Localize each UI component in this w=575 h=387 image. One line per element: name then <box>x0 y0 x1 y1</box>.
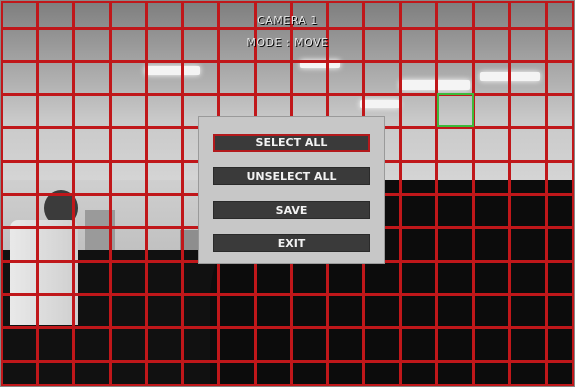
save-button[interactable]: SAVE <box>213 201 370 219</box>
person-body <box>10 220 78 325</box>
ceiling-light <box>145 66 200 75</box>
ceiling-light <box>480 72 540 81</box>
ceiling-light <box>300 60 340 68</box>
unselect-all-button[interactable]: UNSELECT ALL <box>213 167 370 185</box>
motion-menu: SELECT ALL UNSELECT ALL SAVE EXIT <box>199 117 384 263</box>
person <box>4 190 84 325</box>
ceiling-light <box>360 100 400 108</box>
camera-motion-setup-screen: CAMERA 1 MODE : MOVE SELECT ALL UNSELECT… <box>0 0 575 387</box>
mode-label: MODE : MOVE <box>246 36 329 49</box>
exit-button[interactable]: EXIT <box>213 234 370 252</box>
camera-label: CAMERA 1 <box>257 14 318 27</box>
select-all-button[interactable]: SELECT ALL <box>213 134 370 152</box>
grid-cursor-cell[interactable] <box>437 93 474 127</box>
ceiling-light <box>400 80 470 90</box>
